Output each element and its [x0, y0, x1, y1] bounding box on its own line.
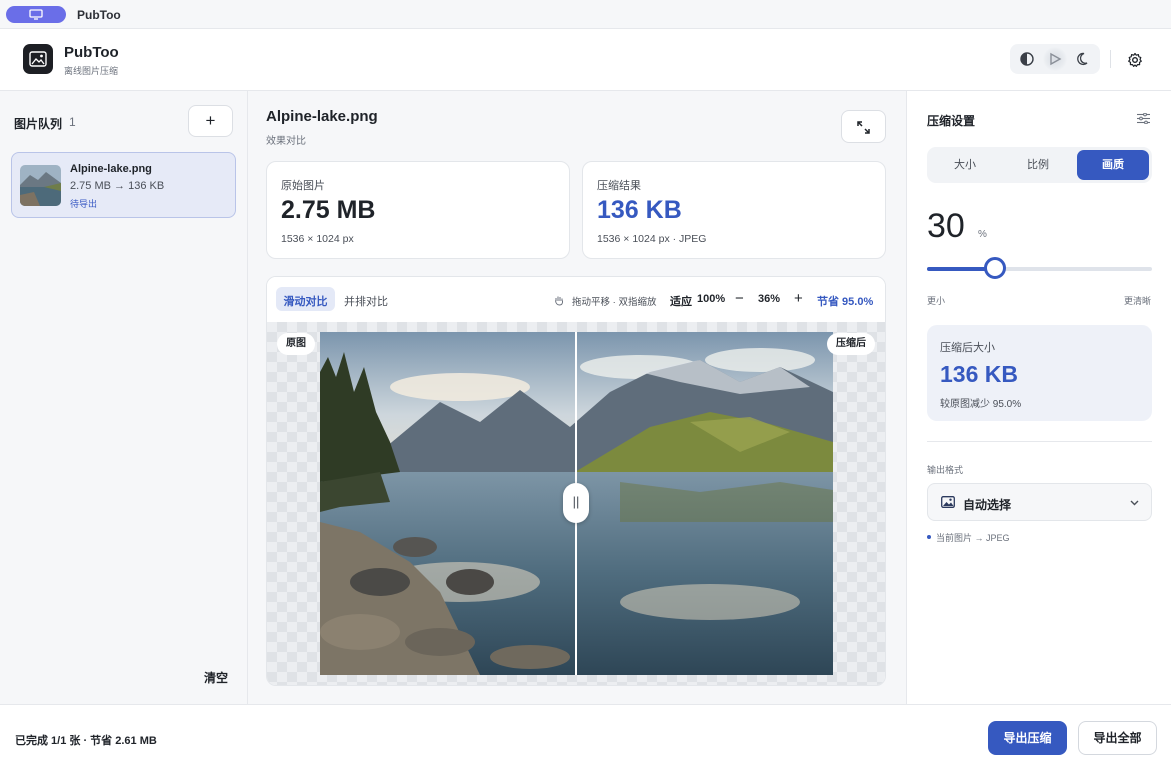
comparison-canvas[interactable]: || 原图 压缩后 [267, 322, 885, 685]
output-format-value: 自动选择 [963, 498, 1012, 512]
result-label: 压缩结果 [597, 180, 641, 192]
tab-size[interactable]: 大小 [929, 150, 1001, 180]
queue-item-status: 待导出 [70, 199, 98, 209]
zoom-level: 36% [758, 293, 781, 305]
gear-icon[interactable] [1127, 52, 1143, 68]
saving-badge: 节省 95.0% [817, 296, 874, 308]
slider-min-label: 更小 [927, 296, 946, 306]
export-compressed-button[interactable]: 导出压缩 [988, 721, 1067, 755]
clear-queue-button[interactable]: 清空 [204, 669, 228, 686]
queue-item-size: 2.75 MB → 136 KB [70, 180, 165, 192]
image-icon [941, 496, 955, 508]
viewer-toolbar: 滑动对比 并排对比 拖动平移 · 双指缩放 适应 100% − 36% + 节省… [267, 277, 885, 322]
export-all-button[interactable]: 导出全部 [1078, 721, 1157, 755]
quality-unit: % [978, 229, 987, 240]
original-size: 2.75 MB [281, 196, 376, 224]
queue-item[interactable]: Alpine-lake.png 2.75 MB → 136 KB 待导出 [11, 152, 236, 218]
sliders-icon[interactable] [1137, 113, 1150, 124]
contrast-icon[interactable] [1019, 51, 1035, 67]
settings-divider [927, 441, 1152, 442]
image-thumbnail [20, 165, 61, 206]
tab-side-by-side[interactable]: 并排对比 [344, 293, 388, 309]
output-format-select[interactable]: 自动选择 [927, 483, 1152, 521]
app-logo [23, 44, 53, 74]
mode-segmented-control: 大小 比例 画质 [927, 147, 1152, 183]
result-reduction: 较原图减少 95.0% [940, 399, 1022, 410]
expand-button[interactable] [841, 110, 886, 143]
plus-icon: + [205, 111, 216, 130]
moon-icon[interactable] [1076, 51, 1092, 67]
image-queue-panel: 图片队列 1 + Alpine-lake.png 2.75 MB → 136 K… [0, 91, 248, 704]
status-footer: 已完成 1/1 张 · 节省 2.61 MB 导出压缩 导出全部 [0, 704, 1171, 768]
result-size: 136 KB [597, 196, 682, 224]
app-subtitle: 离线图片压缩 [64, 66, 119, 76]
sun-icon [1050, 52, 1062, 66]
tab-quality[interactable]: 画质 [1077, 150, 1149, 180]
file-subtitle: 效果对比 [266, 136, 306, 147]
tab-ratio[interactable]: 比例 [1002, 150, 1074, 180]
app-name: PubToo [64, 44, 119, 61]
format-note-dot [927, 535, 931, 539]
zoom-fit-button[interactable]: 适应 [670, 293, 692, 309]
settings-title: 压缩设置 [927, 114, 976, 128]
result-meta: 1536 × 1024 px · JPEG [597, 233, 707, 245]
compressed-tag: 压缩后 [827, 333, 875, 355]
zoom-out-button[interactable]: − [735, 290, 744, 307]
comparison-drag-handle[interactable]: || [563, 483, 589, 523]
result-size-box: 压缩后大小 136 KB 较原图减少 95.0% [927, 325, 1152, 421]
original-label: 原始图片 [281, 180, 325, 192]
display-switch-pill[interactable] [6, 6, 66, 23]
hand-pan-icon [555, 296, 564, 306]
quality-slider-track[interactable] [927, 267, 1152, 271]
quality-slider-thumb[interactable] [983, 257, 1006, 279]
chevron-down-icon [1130, 500, 1139, 506]
output-format-label: 输出格式 [927, 465, 964, 475]
result-info-card: 压缩结果 136 KB 1536 × 1024 px · JPEG [582, 161, 886, 259]
zoom-100-button[interactable]: 100% [697, 293, 725, 305]
original-meta: 1536 × 1024 px [281, 233, 354, 245]
drag-handle-icon: || [572, 494, 580, 509]
window-titlebar: PubToo [0, 0, 1171, 29]
result-size-label: 压缩后大小 [940, 342, 995, 354]
tab-slide-compare-label: 滑动对比 [283, 296, 328, 308]
pan-hint: 拖动平移 · 双指缩放 [572, 297, 657, 308]
preview-area: Alpine-lake.png 效果对比 原始图片 2.75 MB 1536 ×… [248, 91, 906, 704]
header-divider [1110, 50, 1111, 68]
compression-settings-panel: 压缩设置 大小 比例 画质 30 % 更小 更清晰 压缩后大小 136 KB 较… [906, 91, 1171, 704]
queue-item-name: Alpine-lake.png [70, 163, 152, 175]
expand-icon [857, 121, 870, 134]
footer-status: 已完成 1/1 张 · 节省 2.61 MB [15, 735, 157, 747]
queue-count: 1 [69, 115, 76, 129]
tab-slide-compare[interactable]: 滑动对比 [276, 287, 335, 311]
theme-switcher [1010, 44, 1100, 74]
zoom-in-button[interactable]: + [794, 290, 803, 307]
result-size-value: 136 KB [940, 361, 1018, 387]
file-title: Alpine-lake.png [266, 108, 378, 125]
theme-light-button[interactable] [1043, 47, 1067, 71]
add-image-button[interactable]: + [188, 105, 233, 137]
comparison-viewer: 滑动对比 并排对比 拖动平移 · 双指缩放 适应 100% − 36% + 节省… [266, 276, 886, 686]
slider-max-label: 更清晰 [1124, 296, 1152, 306]
window-title: PubToo [77, 8, 121, 22]
app-header: PubToo 离线图片压缩 [0, 29, 1171, 91]
original-info-card: 原始图片 2.75 MB 1536 × 1024 px [266, 161, 570, 259]
monitor-icon [29, 9, 43, 20]
output-format-note: 当前图片 → JPEG [936, 533, 1010, 543]
original-tag: 原图 [277, 333, 315, 355]
quality-value: 30 [927, 207, 965, 245]
queue-title: 图片队列 [14, 117, 63, 131]
app-logo-icon [29, 51, 47, 67]
